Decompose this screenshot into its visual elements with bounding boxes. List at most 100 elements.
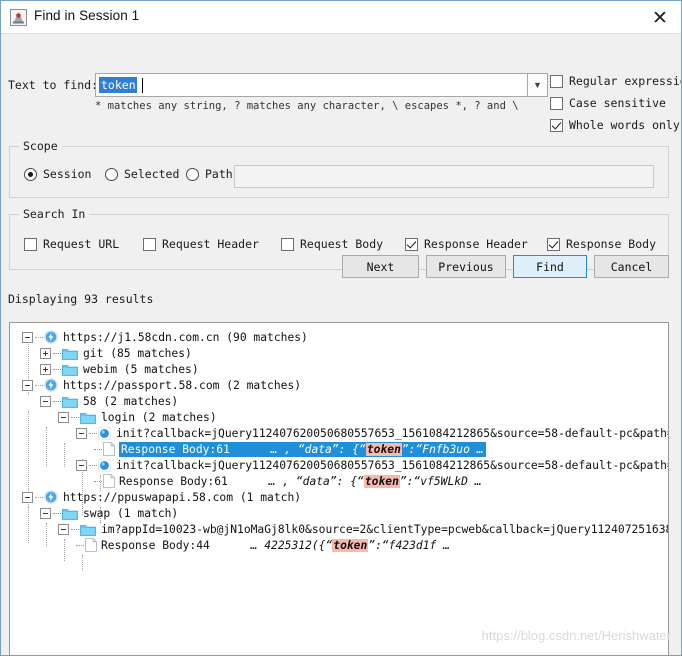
tree-connector	[94, 480, 102, 482]
checkbox-response-header[interactable]	[405, 237, 418, 251]
scope-radio-session-label: Session	[43, 167, 92, 181]
option-case-sensitive-label: Case sensitive	[569, 96, 666, 110]
tree-node-folder[interactable]: 58 (2 matches)	[40, 393, 178, 409]
search-in-request-body[interactable]: Request Body	[281, 237, 383, 251]
radio-session[interactable]	[24, 167, 37, 181]
dialog-body: Text to find: token ▼ * matches any stri…	[1, 34, 682, 655]
option-regular-expression-label: Regular expression	[569, 74, 682, 88]
expander-collapse-icon[interactable]	[22, 379, 33, 391]
radio-path[interactable]	[186, 167, 199, 181]
host-bolt-icon	[44, 378, 58, 392]
find-in-session-dialog: Find in Session 1 ✕ Text to find: token …	[0, 0, 682, 656]
checkbox-response-body[interactable]	[547, 237, 560, 251]
expander-collapse-icon[interactable]	[40, 507, 51, 519]
search-history-dropdown[interactable]: ▼	[528, 73, 548, 97]
results-tree-panel[interactable]: https://j1.58cdn.com.cn (90 matches) git…	[9, 322, 669, 655]
match-token-highlight: token	[363, 474, 400, 488]
option-case-sensitive[interactable]: Case sensitive	[550, 96, 666, 110]
search-in-group-title: Search In	[19, 207, 90, 221]
expander-collapse-icon[interactable]	[22, 331, 33, 343]
find-button[interactable]: Find	[513, 255, 587, 278]
tree-node-session[interactable]: init?callback=jQuery11240762005068055765…	[76, 425, 668, 441]
search-in-response-header[interactable]: Response Header	[405, 237, 528, 251]
scope-path-input[interactable]	[234, 165, 654, 188]
scope-radio-path-label: Path	[205, 167, 233, 181]
scope-radio-session[interactable]: Session	[24, 167, 91, 181]
expander-collapse-icon[interactable]	[22, 491, 33, 503]
match-token-highlight: token	[365, 442, 402, 456]
tree-node-folder[interactable]: im?appId=10023-wb@jN1oMaGj8lk0&source=2&…	[58, 521, 668, 537]
tree-node-label: webim (5 matches)	[83, 362, 199, 376]
results-tree[interactable]: https://j1.58cdn.com.cn (90 matches) git…	[10, 323, 668, 653]
checkbox-case-sensitive[interactable]	[550, 96, 563, 110]
match-suffix: ”:“f423d1f …	[368, 538, 450, 552]
tree-node-label: 58 (2 matches)	[83, 394, 179, 408]
previous-button[interactable]: Previous	[426, 255, 506, 278]
tree-node-folder[interactable]: login (2 matches)	[58, 409, 217, 425]
folder-icon	[62, 507, 78, 520]
tree-node-host[interactable]: https://passport.58.com (2 matches)	[22, 377, 301, 393]
expander-expand-icon[interactable]	[40, 363, 51, 375]
folder-icon	[62, 347, 78, 360]
expander-expand-icon[interactable]	[40, 347, 51, 359]
checkbox-request-body[interactable]	[281, 237, 294, 251]
expander-collapse-icon[interactable]	[40, 395, 51, 407]
search-input[interactable]: token	[95, 73, 528, 97]
scope-radio-selected[interactable]: Selected	[105, 167, 179, 181]
host-bolt-icon	[44, 330, 58, 344]
search-in-request-header[interactable]: Request Header	[143, 237, 259, 251]
chevron-down-icon: ▼	[533, 80, 542, 90]
radio-selected[interactable]	[105, 167, 118, 181]
match-middle: … , “data”: {“	[268, 474, 364, 488]
tree-node-host[interactable]: https://j1.58cdn.com.cn (90 matches)	[22, 329, 308, 345]
tree-node-label: im?appId=10023-wb@jN1oMaGj8lk0&source=2&…	[101, 522, 668, 536]
search-in-request-url[interactable]: Request URL	[24, 237, 119, 251]
search-in-response-body[interactable]: Response Body	[547, 237, 656, 251]
tree-guide	[82, 555, 83, 571]
search-in-response-header-label: Response Header	[424, 237, 528, 251]
document-icon	[103, 474, 115, 488]
close-icon[interactable]: ✕	[645, 6, 675, 30]
tree-connector	[35, 336, 43, 338]
tree-node-folder[interactable]: webim (5 matches)	[40, 361, 199, 377]
tree-node-match[interactable]: Response Body:61 … , “data”: {“token”:“v…	[94, 473, 482, 489]
match-middle: … 4225312({“	[250, 538, 333, 552]
fiddler-icon	[10, 9, 27, 26]
folder-icon	[62, 363, 78, 376]
tree-node-host[interactable]: https://ppuswapapi.58.com (1 match)	[22, 489, 301, 505]
checkbox-regular-expression[interactable]	[550, 74, 563, 88]
tree-node-match-selected[interactable]: Response Body:61 … , “data”: {“token”:“F…	[94, 441, 486, 457]
folder-icon	[80, 411, 96, 424]
scope-radio-path[interactable]: Path	[186, 167, 233, 181]
match-text: Response Body:61 … , “data”: {“token”:“v…	[119, 474, 482, 488]
match-text: Response Body:61 … , “data”: {“token”:“F…	[119, 441, 486, 457]
expander-collapse-icon[interactable]	[76, 427, 87, 439]
find-label: Text to find:	[8, 78, 99, 92]
option-whole-words-only[interactable]: Whole words only	[550, 118, 680, 132]
next-button[interactable]: Next	[342, 255, 419, 278]
title-bar: Find in Session 1 ✕	[1, 1, 681, 34]
checkbox-request-header[interactable]	[143, 237, 156, 251]
scope-radio-selected-label: Selected	[124, 167, 180, 181]
checkbox-whole-words-only[interactable]	[550, 118, 563, 132]
search-in-request-header-label: Request Header	[162, 237, 259, 251]
tree-node-folder[interactable]: git (85 matches)	[40, 345, 192, 361]
expander-collapse-icon[interactable]	[76, 459, 87, 471]
tree-node-label: git (85 matches)	[83, 346, 192, 360]
tree-connector	[53, 352, 61, 354]
tree-node-match[interactable]: Response Body:44 … 4225312({“token”:“f42…	[76, 537, 450, 553]
document-icon	[103, 442, 115, 456]
document-icon	[85, 538, 97, 552]
expander-collapse-icon[interactable]	[58, 523, 69, 535]
scope-group: Scope Session Selected Path	[9, 139, 669, 198]
option-regular-expression[interactable]: Regular expression	[550, 74, 682, 88]
checkbox-request-url[interactable]	[24, 237, 37, 251]
expander-collapse-icon[interactable]	[58, 411, 69, 423]
cancel-button[interactable]: Cancel	[594, 255, 669, 278]
tree-node-label: https://passport.58.com (2 matches)	[63, 378, 302, 392]
tree-node-folder[interactable]: swap (1 match)	[40, 505, 178, 521]
tree-node-session[interactable]: init?callback=jQuery11240762005068055765…	[76, 457, 668, 473]
tree-guide	[64, 443, 65, 467]
tree-node-label: init?callback=jQuery11240762005068055765…	[116, 426, 668, 440]
match-middle: … , “data”: {“	[270, 442, 366, 456]
